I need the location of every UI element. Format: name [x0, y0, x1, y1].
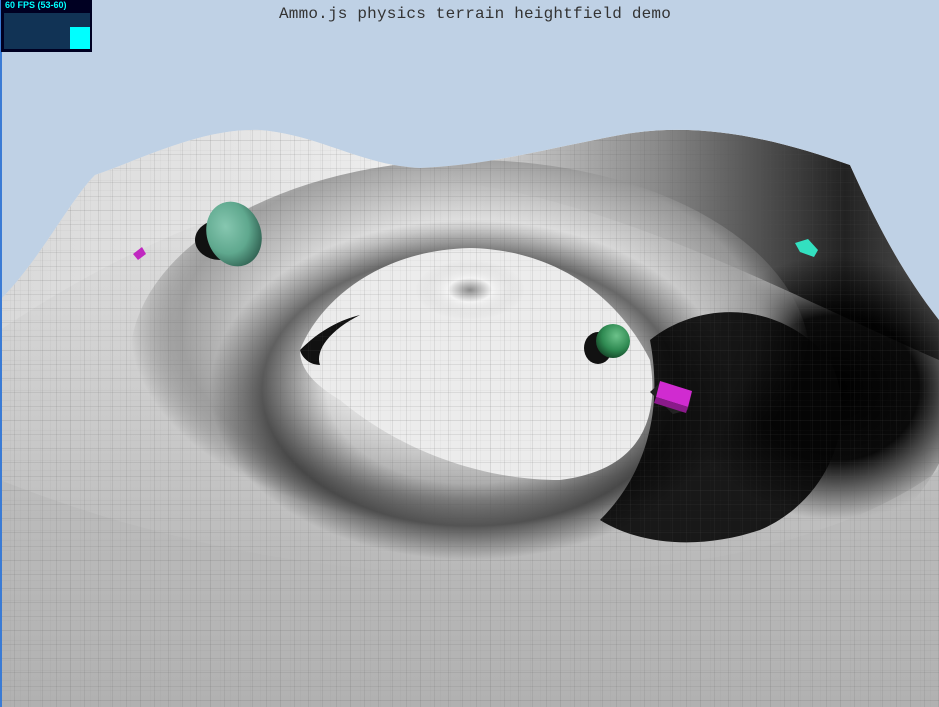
fps-graph-bar [70, 27, 90, 49]
fps-stats-label: 60 FPS (53-60) [5, 0, 67, 10]
terrain-mesh [0, 129, 939, 707]
terrain-scene[interactable] [0, 0, 939, 707]
fps-stats-panel[interactable]: 60 FPS (53-60) [1, 0, 92, 52]
fps-graph [4, 13, 90, 49]
webgl-viewport[interactable]: Ammo.js physics terrain heightfield demo… [0, 0, 939, 707]
green-sphere [596, 324, 630, 358]
page-title: Ammo.js physics terrain heightfield demo [278, 5, 672, 23]
